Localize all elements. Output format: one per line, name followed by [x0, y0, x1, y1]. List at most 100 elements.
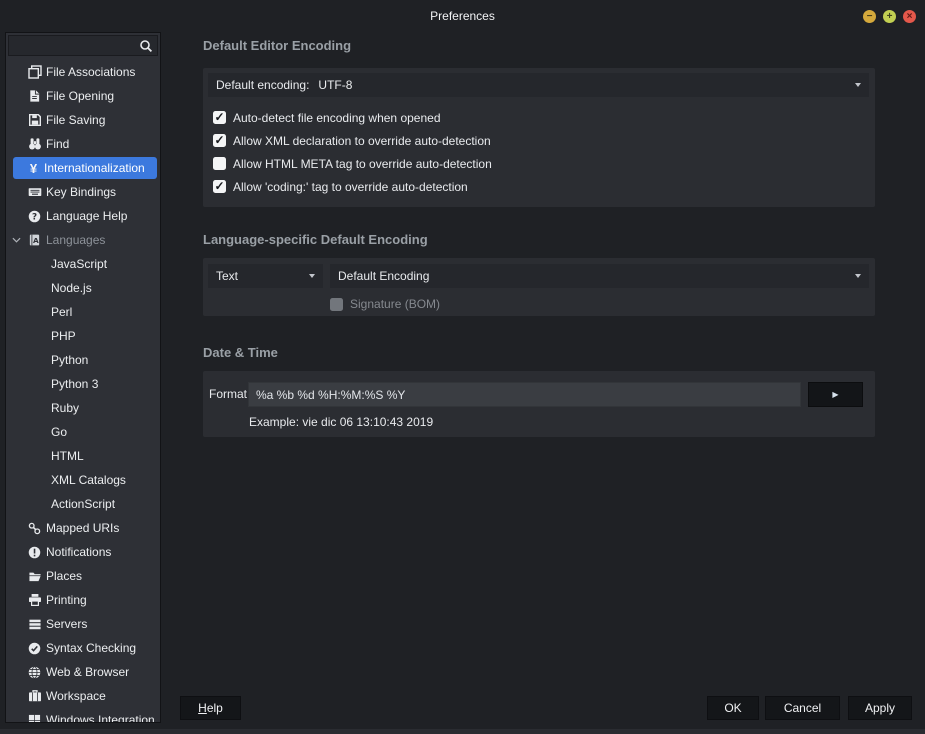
item-label: Workspace	[46, 689, 106, 703]
languages-icon: A	[27, 233, 42, 247]
sidebar-item-printing[interactable]: Printing	[6, 588, 160, 612]
sidebar-item-ruby[interactable]: Ruby	[6, 396, 160, 420]
sidebar-item-workspace[interactable]: Workspace	[6, 684, 160, 708]
sidebar-item-notifications[interactable]: Notifications	[6, 540, 160, 564]
xml-declaration-checkbox-row[interactable]: Allow XML declaration to override auto-d…	[213, 129, 491, 152]
item-label: Notifications	[46, 545, 111, 559]
svg-text:A: A	[33, 236, 39, 245]
sidebar-item-html[interactable]: HTML	[6, 444, 160, 468]
item-label: File Saving	[46, 113, 105, 127]
sidebar-item-places[interactable]: Places	[6, 564, 160, 588]
apply-button[interactable]: Apply	[848, 696, 912, 720]
item-label: File Opening	[46, 89, 114, 103]
web-browser-icon	[27, 665, 42, 679]
signature-bom-checkbox-row: Signature (BOM)	[330, 294, 440, 314]
autodetect-encoding-checkbox-row[interactable]: Auto-detect file encoding when opened	[213, 106, 441, 129]
language-dropdown[interactable]: Text	[208, 264, 323, 288]
key-bindings-icon	[27, 185, 42, 199]
sidebar-item-nodejs[interactable]: Node.js	[6, 276, 160, 300]
html-meta-checkbox-row[interactable]: Allow HTML META tag to override auto-det…	[213, 152, 492, 175]
sidebar-item-perl[interactable]: Perl	[6, 300, 160, 324]
sidebar-item-file-saving[interactable]: File Saving	[6, 108, 160, 132]
item-label: Printing	[46, 593, 87, 607]
svg-text:?: ?	[32, 212, 37, 222]
sidebar-item-xml-catalogs[interactable]: XML Catalogs	[6, 468, 160, 492]
item-label: Node.js	[51, 281, 92, 295]
sidebar-item-javascript[interactable]: JavaScript	[6, 252, 160, 276]
sidebar-item-find[interactable]: Find	[6, 132, 160, 156]
sidebar-item-python3[interactable]: Python 3	[6, 372, 160, 396]
checkbox[interactable]	[213, 134, 226, 147]
window-title: Preferences	[0, 9, 925, 23]
item-label: Language Help	[46, 209, 127, 223]
checkbox-label: Allow 'coding:' tag to override auto-det…	[233, 180, 468, 194]
sidebar-item-language-help[interactable]: ? Language Help	[6, 204, 160, 228]
item-label: Key Bindings	[46, 185, 116, 199]
format-example-text: Example: vie dic 06 13:10:43 2019	[249, 415, 433, 429]
item-label: Servers	[46, 617, 87, 631]
sidebar-item-internationalization[interactable]: ¥ Internationalization	[13, 157, 157, 179]
sidebar-item-syntax-checking[interactable]: Syntax Checking	[6, 636, 160, 660]
section-heading-language-encoding: Language-specific Default Encoding	[203, 232, 428, 247]
sidebar-search	[8, 35, 158, 56]
language-encoding-dropdown[interactable]: Default Encoding	[330, 264, 869, 288]
minimize-button[interactable]: −	[863, 10, 876, 23]
editor-encoding-panel: Default encoding: UTF-8 Auto-detect file…	[203, 68, 875, 207]
search-input[interactable]	[9, 39, 139, 53]
checkbox-label: Allow HTML META tag to override auto-det…	[233, 157, 492, 171]
default-encoding-dropdown[interactable]: UTF-8	[318, 73, 861, 97]
close-button[interactable]: ×	[903, 10, 916, 23]
maximize-button[interactable]: +	[883, 10, 896, 23]
date-time-panel: Format ▶ Example: vie dic 06 13:10:43 20…	[203, 371, 875, 437]
mapped-uris-icon	[27, 521, 42, 535]
chevron-down-icon	[309, 274, 315, 278]
format-shortcuts-button[interactable]: ▶	[808, 382, 863, 407]
sidebar-item-actionscript[interactable]: ActionScript	[6, 492, 160, 516]
cancel-button[interactable]: Cancel	[765, 696, 840, 720]
chevron-down-icon	[855, 83, 861, 87]
checkbox[interactable]	[213, 157, 226, 170]
format-input[interactable]	[248, 382, 801, 407]
sidebar-item-file-opening[interactable]: File Opening	[6, 84, 160, 108]
internationalization-icon: ¥	[27, 161, 40, 175]
sidebar-item-mapped-uris[interactable]: Mapped URIs	[6, 516, 160, 540]
default-encoding-value: UTF-8	[318, 78, 352, 92]
sidebar-item-go[interactable]: Go	[6, 420, 160, 444]
checkbox[interactable]	[213, 180, 226, 193]
item-label: XML Catalogs	[51, 473, 126, 487]
sidebar-item-key-bindings[interactable]: Key Bindings	[6, 180, 160, 204]
sidebar-item-languages[interactable]: A Languages	[6, 228, 160, 252]
help-button[interactable]: Help	[180, 696, 241, 720]
checkbox-label: Signature (BOM)	[350, 297, 440, 311]
chevron-down-icon[interactable]	[12, 237, 21, 243]
find-icon	[27, 137, 42, 151]
item-label: JavaScript	[51, 257, 107, 271]
preferences-sidebar: File Associations File Opening File Savi…	[5, 32, 161, 723]
sidebar-item-servers[interactable]: Servers	[6, 612, 160, 636]
language-dropdown-value: Text	[216, 269, 238, 283]
places-icon	[27, 569, 42, 583]
item-label: Languages	[46, 233, 105, 247]
sidebar-item-file-associations[interactable]: File Associations	[6, 60, 160, 84]
item-label: Windows Integration	[46, 713, 155, 722]
language-help-icon: ?	[27, 209, 42, 223]
sidebar-item-windows-integration[interactable]: Windows Integration	[6, 708, 160, 722]
item-label: Find	[46, 137, 69, 151]
format-label: Format	[209, 387, 247, 401]
preferences-window: { "window": { "title": "Preferences", "c…	[0, 0, 925, 734]
sidebar-item-php[interactable]: PHP	[6, 324, 160, 348]
sidebar-item-web-browser[interactable]: Web & Browser	[6, 660, 160, 684]
chevron-down-icon	[855, 274, 861, 278]
item-label: Python	[51, 353, 88, 367]
window-bottom-edge	[0, 729, 925, 734]
checkbox[interactable]	[213, 111, 226, 124]
coding-tag-checkbox-row[interactable]: Allow 'coding:' tag to override auto-det…	[213, 175, 468, 198]
item-label: Go	[51, 425, 67, 439]
default-encoding-label: Default encoding:	[216, 78, 309, 92]
printing-icon	[27, 593, 42, 607]
sidebar-item-python[interactable]: Python	[6, 348, 160, 372]
preferences-tree: File Associations File Opening File Savi…	[6, 60, 160, 722]
item-label: Ruby	[51, 401, 79, 415]
language-encoding-value: Default Encoding	[338, 269, 429, 283]
ok-button[interactable]: OK	[707, 696, 759, 720]
